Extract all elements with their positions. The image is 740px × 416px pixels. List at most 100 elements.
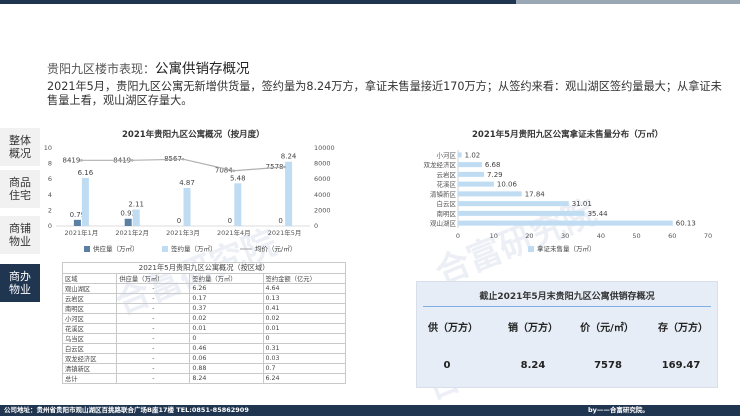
tab-label: 商办	[9, 270, 31, 283]
stock-data-label: 10.06	[497, 181, 518, 189]
stock-bar	[458, 181, 494, 187]
left-axis-tick: 4	[48, 191, 52, 199]
right-axis-tick: 8000	[314, 160, 331, 168]
tab-label: 物业	[9, 282, 31, 296]
kpi-label-stock: 存（万方）	[658, 323, 708, 334]
x-axis-tick: 2021年1月	[65, 228, 99, 237]
price-point	[80, 159, 83, 162]
region-table-body: 观山湖区 -6.26 4.64 云岩区 -0.17 0.13 南明区 -0.37 0.41 小河区…	[61, 283, 347, 384]
table-row: 白云区 -0.46 0.31	[61, 343, 347, 354]
table-cell: 0	[189, 333, 264, 344]
signed-bar	[183, 188, 191, 226]
x-axis-tick: 50	[632, 232, 640, 240]
table-cell: 0.13	[262, 293, 347, 304]
combo-chart: 024681002000400060008000100000.796.16841…	[44, 144, 335, 253]
table-row: 乌当区 -0 0	[61, 333, 347, 344]
top-accent-bar	[0, 0, 516, 4]
legend-swatch-supply	[84, 246, 90, 252]
table-cell: 0.41	[262, 303, 347, 314]
right-axis-tick: 2000	[314, 206, 331, 214]
left-axis-tick: 2	[48, 206, 52, 214]
table-cell: 观山湖区	[61, 283, 118, 294]
table-header: 供应量（万㎡）	[116, 273, 191, 284]
y-axis-tick: 南明区	[437, 209, 457, 218]
kpi-label-sales: 销（万方）	[508, 323, 558, 334]
table-cell: 0.88	[189, 363, 264, 374]
table-cell: 白云区	[61, 343, 118, 354]
y-axis-tick: 花溪区	[437, 180, 457, 189]
tab-label: 商铺	[9, 222, 31, 235]
table-cell: 0.7	[262, 363, 347, 374]
top-accent-bar-light	[516, 0, 740, 4]
price-point	[283, 165, 286, 169]
summary-text: 2021年5月，贵阳九区公寓无新增供货量，签约量为8.24万方，拿证未售量接近1…	[47, 80, 722, 107]
tab-label: 概况	[9, 146, 31, 160]
table-cell: 0.46	[189, 343, 264, 354]
x-axis-tick: 70	[704, 232, 712, 240]
x-axis-tick: 10	[490, 232, 498, 240]
table-cell: 小河区	[61, 313, 118, 324]
stock-data-label: 17.84	[525, 190, 546, 198]
right-axis-tick: 6000	[314, 175, 331, 183]
stock-bar	[458, 162, 482, 168]
price-point	[130, 159, 134, 162]
left-axis-tick: 8	[48, 160, 52, 168]
right-axis-tick: 10000	[314, 144, 335, 152]
tab-residential[interactable]: 商品 住宅	[0, 170, 40, 208]
kpi-label-price: 价（元/㎡）	[580, 323, 634, 334]
signed-data-label: 5.48	[230, 174, 246, 182]
right-axis-tick: 0	[314, 222, 318, 230]
table-cell: 0.01	[262, 323, 347, 334]
table-cell: 0.31	[262, 343, 347, 354]
tab-label: 住宅	[9, 188, 31, 202]
price-line	[81, 158, 285, 172]
kpi-box-title: 截止2021年5月末贵阳九区公寓供销存概况	[479, 292, 655, 302]
tab-overview[interactable]: 整体 概况	[0, 128, 40, 166]
signed-bar	[234, 183, 242, 226]
footer-bar: 公司地址：贵州省贵阳市观山湖区百挑路联合广场B座17楼 TEL:0851-858…	[0, 405, 740, 416]
legend-label-supply: 供应量（万㎡）	[93, 244, 139, 253]
table-cell: -	[116, 353, 191, 364]
table-header: 签约金额（亿元）	[262, 273, 347, 284]
tab-label: 物业	[9, 234, 31, 248]
table-row: 云岩区 -0.17 0.13	[61, 293, 347, 304]
table-cell: 6.24	[262, 373, 347, 384]
stock-data-label: 35.44	[588, 210, 609, 218]
supply-bar	[124, 218, 132, 226]
tab-office[interactable]: 商办 物业	[0, 264, 40, 302]
kpi-label-supply: 供（万方）	[428, 323, 478, 334]
tab-label: 商品	[9, 176, 31, 189]
kpi-box: 截止2021年5月末贵阳九区公寓供销存概况 供（万方） 销（万方） 价（元/㎡）…	[416, 281, 718, 388]
table-header: 区域	[61, 273, 118, 284]
tab-label: 整体	[9, 134, 31, 147]
table-cell: 4.64	[262, 283, 347, 294]
table-row: 总计 -8.24 6.24	[61, 373, 347, 384]
legend-swatch-signed	[162, 246, 168, 252]
table-cell: 南明区	[61, 303, 118, 314]
table-cell: 双龙经济区	[61, 353, 118, 364]
legend-label-stock: 拿证未售量（万㎡）	[537, 244, 596, 253]
stock-data-label: 7.29	[487, 171, 503, 179]
table-header-row: 区域 供应量（万㎡） 签约量（万㎡） 签约金额（亿元）	[61, 273, 347, 284]
table-cell: 0.37	[189, 303, 264, 314]
table-cell: 0	[262, 333, 347, 344]
y-axis-tick: 小河区	[437, 150, 457, 159]
table-cell: 8.24	[189, 373, 264, 384]
table-cell: -	[116, 343, 191, 354]
price-point	[232, 169, 236, 173]
table-cell: 乌当区	[61, 333, 118, 344]
x-axis-tick: 40	[597, 232, 605, 240]
tab-retail[interactable]: 商铺 物业	[0, 216, 40, 254]
table-cell: -	[116, 303, 191, 314]
y-axis-tick: 清镇新区	[430, 189, 457, 198]
left-axis-tick: 10	[44, 144, 52, 152]
kpi-value-stock: 169.47	[661, 360, 701, 371]
stock-bar	[458, 220, 673, 226]
table-cell: -	[116, 333, 191, 344]
x-axis-tick: 30	[561, 232, 569, 240]
x-axis-tick: 2021年2月	[115, 228, 149, 237]
right-axis-tick: 4000	[314, 191, 331, 199]
legend-label-signed: 签约量（万㎡）	[171, 244, 217, 253]
y-axis-tick: 云岩区	[437, 170, 457, 179]
legend-swatch-stock	[528, 246, 534, 252]
